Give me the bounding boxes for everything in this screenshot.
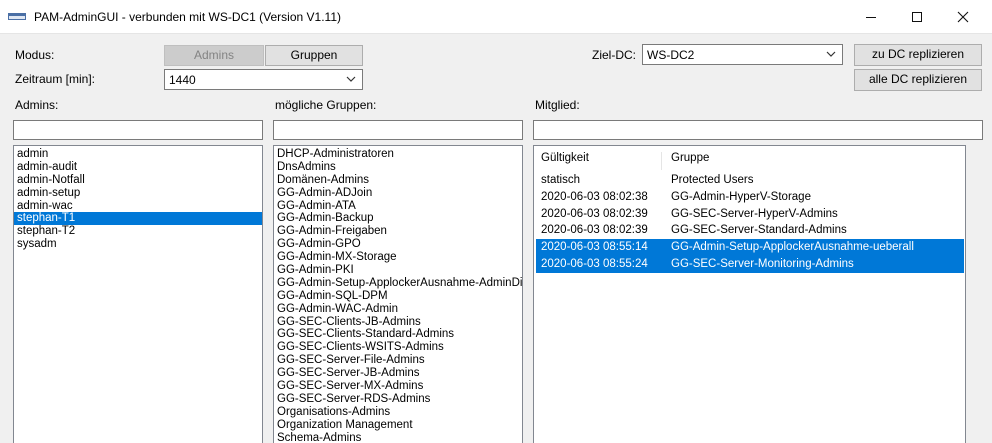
cell-group: GG-Admin-HyperV-Storage	[671, 191, 811, 203]
list-item[interactable]: GG-SEC-Clients-Standard-Admins	[274, 328, 522, 341]
list-item[interactable]: Schema-Admins	[274, 432, 522, 443]
list-item[interactable]: GG-Admin-WAC-Admin	[274, 303, 522, 316]
cell-validity: 2020-06-03 08:02:39	[541, 208, 648, 220]
list-item[interactable]: GG-Admin-PKI	[274, 264, 522, 277]
cell-group: GG-Admin-Setup-ApplockerAusnahme-ueberal…	[671, 241, 914, 253]
window-app-icon	[8, 13, 26, 20]
list-item[interactable]: GG-Admin-GPO	[274, 238, 522, 251]
member-listview[interactable]: Gültigkeit Gruppe statisch Protected Use…	[533, 145, 966, 443]
groups-filter-input[interactable]	[273, 120, 523, 140]
list-item[interactable]: sysadm	[14, 238, 262, 251]
replicate-to-dc-button[interactable]: zu DC replizieren	[854, 44, 982, 66]
list-item[interactable]: GG-SEC-Server-JB-Admins	[274, 367, 522, 380]
list-item[interactable]: GG-SEC-Clients-JB-Admins	[274, 316, 522, 329]
cell-validity: 2020-06-03 08:55:14	[541, 241, 648, 253]
ziel-dc-label: Ziel-DC:	[592, 48, 636, 62]
cell-validity: 2020-06-03 08:55:24	[541, 258, 648, 270]
list-item[interactable]: GG-Admin-SQL-DPM	[274, 290, 522, 303]
table-row[interactable]: 2020-06-03 08:02:39 GG-SEC-Server-HyperV…	[536, 206, 964, 223]
member-list-header: Gültigkeit Gruppe	[534, 152, 965, 170]
list-item[interactable]: admin-audit	[14, 161, 262, 174]
zeitraum-select[interactable]: 1440	[164, 69, 363, 90]
list-item[interactable]: GG-SEC-Server-File-Admins	[274, 354, 522, 367]
list-item[interactable]: admin-setup	[14, 187, 262, 200]
chevron-down-icon	[346, 76, 356, 82]
list-item[interactable]: GG-SEC-Server-RDS-Admins	[274, 393, 522, 406]
ziel-dc-value: WS-DC2	[647, 48, 695, 62]
list-item[interactable]: GG-Admin-Freigaben	[274, 225, 522, 238]
list-item[interactable]: GG-Admin-MX-Storage	[274, 251, 522, 264]
groups-list[interactable]: DHCP-Administratoren DnsAdmins Domänen-A…	[273, 145, 523, 443]
cell-validity: 2020-06-03 08:02:39	[541, 224, 648, 236]
list-item[interactable]: GG-Admin-Setup-ApplockerAusnahme-AdminDi…	[274, 277, 522, 290]
list-item[interactable]: GG-Admin-Backup	[274, 212, 522, 225]
cell-group: GG-SEC-Server-HyperV-Admins	[671, 208, 838, 220]
groups-label: mögliche Gruppen:	[275, 98, 377, 112]
maximize-button[interactable]	[894, 0, 940, 34]
minimize-button[interactable]	[848, 0, 894, 34]
admins-list[interactable]: admin admin-audit admin-Notfall admin-se…	[13, 145, 263, 443]
list-item[interactable]: stephan-T2	[14, 225, 262, 238]
member-filter-input[interactable]	[533, 120, 983, 140]
list-item[interactable]: admin-Notfall	[14, 174, 262, 187]
gruppen-mode-button[interactable]: Gruppen	[265, 45, 363, 66]
list-item[interactable]: admin-wac	[14, 200, 262, 213]
cell-validity: statisch	[541, 174, 580, 186]
close-button[interactable]	[940, 0, 986, 34]
admins-filter-input[interactable]	[13, 120, 263, 140]
window-title: PAM-AdminGUI - verbunden mit WS-DC1 (Ver…	[34, 10, 341, 24]
member-label: Mitglied:	[535, 98, 580, 112]
column-separator[interactable]	[661, 152, 662, 170]
list-item[interactable]: GG-SEC-Server-MX-Admins	[274, 380, 522, 393]
cell-group: GG-SEC-Server-Monitoring-Admins	[671, 258, 854, 270]
table-row-selected[interactable]: 2020-06-03 08:55:14 GG-Admin-Setup-Applo…	[536, 239, 964, 256]
list-item[interactable]: Domänen-Admins	[274, 174, 522, 187]
table-row-selected[interactable]: 2020-06-03 08:55:24 GG-SEC-Server-Monito…	[536, 256, 964, 273]
column-header-group[interactable]: Gruppe	[671, 152, 709, 164]
list-item[interactable]: admin	[14, 148, 262, 161]
zeitraum-value: 1440	[169, 73, 196, 87]
list-item[interactable]: GG-Admin-ADJoin	[274, 187, 522, 200]
table-row[interactable]: statisch Protected Users	[536, 172, 964, 189]
modus-label: Modus:	[15, 48, 55, 62]
list-item[interactable]: DHCP-Administratoren	[274, 148, 522, 161]
minimize-icon	[866, 16, 876, 18]
list-item[interactable]: Organization Management	[274, 419, 522, 432]
column-header-validity[interactable]: Gültigkeit	[541, 152, 589, 164]
admins-mode-button[interactable]: Admins	[164, 45, 264, 66]
maximize-icon	[912, 12, 922, 22]
table-row[interactable]: 2020-06-03 08:02:39 GG-SEC-Server-Standa…	[536, 222, 964, 239]
replicate-all-dc-button[interactable]: alle DC replizieren	[854, 69, 982, 91]
cell-group: Protected Users	[671, 174, 754, 186]
zeitraum-label: Zeitraum [min]:	[15, 72, 96, 86]
chevron-down-icon	[826, 51, 836, 57]
cell-group: GG-SEC-Server-Standard-Admins	[671, 224, 847, 236]
list-item[interactable]: DnsAdmins	[274, 161, 522, 174]
title-bar: PAM-AdminGUI - verbunden mit WS-DC1 (Ver…	[0, 0, 992, 34]
table-row[interactable]: 2020-06-03 08:02:38 GG-Admin-HyperV-Stor…	[536, 189, 964, 206]
admins-label: Admins:	[15, 98, 59, 112]
list-item-selected[interactable]: stephan-T1	[14, 212, 262, 226]
ziel-dc-select[interactable]: WS-DC2	[642, 44, 843, 65]
list-item[interactable]: GG-SEC-Clients-WSITS-Admins	[274, 341, 522, 354]
cell-validity: 2020-06-03 08:02:38	[541, 191, 648, 203]
list-item[interactable]: Organisations-Admins	[274, 406, 522, 419]
list-item[interactable]: GG-Admin-ATA	[274, 200, 522, 213]
close-icon	[957, 11, 969, 23]
